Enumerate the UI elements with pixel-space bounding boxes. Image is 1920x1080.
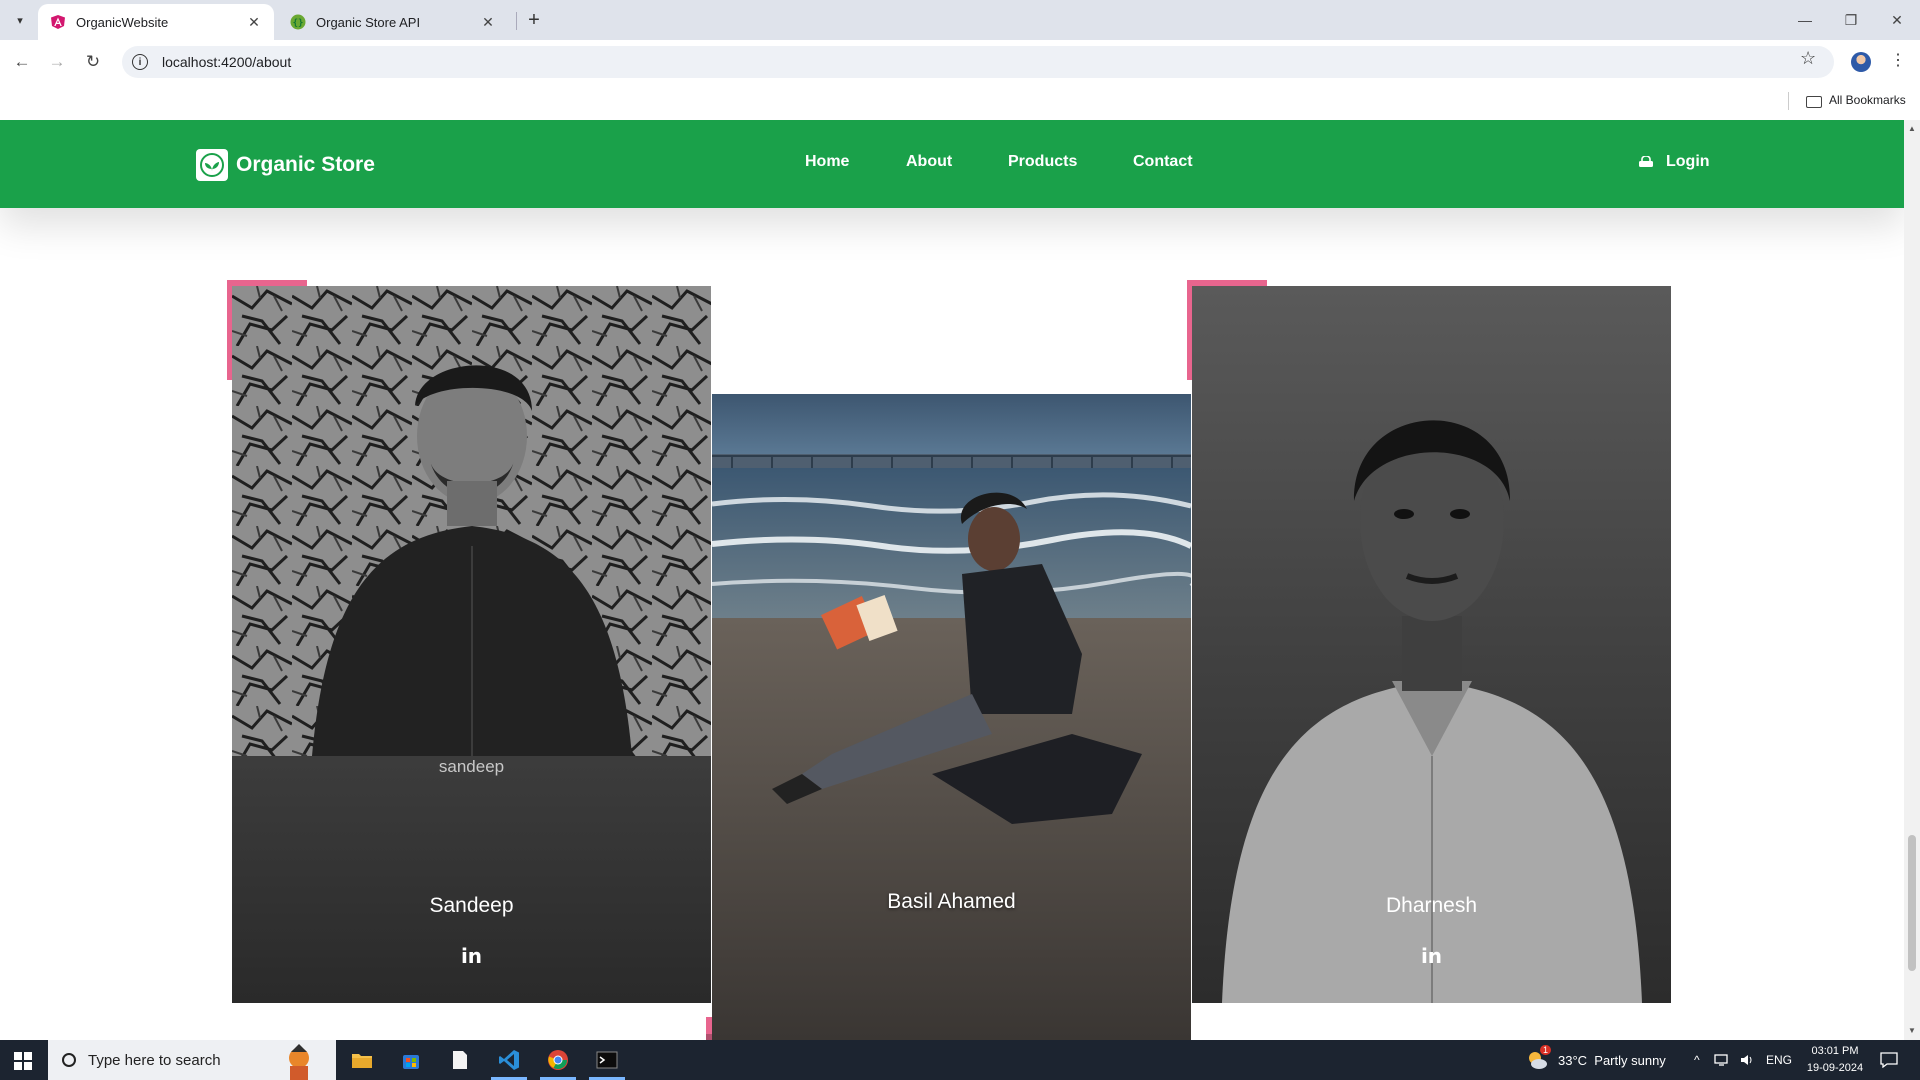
- weather-badge: 1: [1540, 1045, 1552, 1055]
- volume-icon[interactable]: [1740, 1040, 1756, 1080]
- scrollbar-thumb[interactable]: [1908, 835, 1916, 971]
- scroll-up-icon[interactable]: ▲: [1908, 124, 1916, 133]
- login-button[interactable]: Login: [1638, 153, 1710, 171]
- site-navbar: Organic Store Home About Products Contac…: [0, 120, 1904, 208]
- browser-toolbar: ← → ↻ i localhost:4200/about ☆ ⋮: [0, 40, 1920, 84]
- search-icon: [62, 1053, 76, 1067]
- image-alt-text: sandeep: [438, 757, 505, 776]
- nav-about[interactable]: About: [906, 153, 952, 171]
- swagger-icon: {}: [290, 14, 306, 30]
- minimize-icon[interactable]: —: [1790, 8, 1820, 32]
- team-card-sandeep[interactable]: sandeep Sandeep in: [232, 286, 711, 1003]
- team-card-basil-ahamed[interactable]: Basil Ahamed: [712, 394, 1191, 1040]
- member-name: Sandeep: [429, 894, 514, 917]
- login-icon: [1639, 156, 1653, 167]
- browser-menu-icon[interactable]: ⋮: [1890, 50, 1906, 70]
- site-info-icon[interactable]: i: [132, 54, 148, 70]
- leaf-logo-icon: [196, 149, 228, 181]
- weather-widget[interactable]: 1 33°C Partly sunny: [1526, 1040, 1666, 1080]
- language-indicator[interactable]: ENG: [1766, 1040, 1792, 1080]
- bookmarks-divider: [1788, 92, 1789, 110]
- taskbar-search-placeholder: Type here to search: [88, 1051, 221, 1069]
- member-photo: [712, 394, 1191, 1040]
- close-tab-icon[interactable]: ✕: [246, 14, 262, 30]
- taskbar-clock[interactable]: 03:01 PM 19-09-2024: [1800, 1043, 1870, 1077]
- address-bar[interactable]: i localhost:4200/about: [122, 46, 1834, 78]
- file-explorer-icon[interactable]: [338, 1040, 386, 1080]
- restore-icon[interactable]: ❐: [1836, 8, 1866, 32]
- member-name: Basil Ahamed: [887, 890, 1016, 913]
- tab-organic-website[interactable]: OrganicWebsite ✕: [38, 4, 274, 40]
- brand-name: Organic Store: [236, 153, 375, 176]
- tab-search-chevron-icon[interactable]: ▾: [8, 8, 32, 32]
- notifications-icon[interactable]: [1880, 1040, 1898, 1080]
- nav-contact[interactable]: Contact: [1133, 153, 1193, 171]
- tab-divider: [516, 12, 517, 30]
- svg-text:{}: {}: [293, 19, 304, 29]
- chrome-icon[interactable]: [534, 1040, 582, 1080]
- team-card-dharnesh[interactable]: Dharnesh in: [1192, 286, 1671, 1003]
- weather-text: 33°C Partly sunny: [1558, 1052, 1666, 1068]
- search-highlight-bird-icon: [289, 1044, 309, 1080]
- page-scrollbar[interactable]: ▲ ▼: [1904, 120, 1920, 1040]
- show-hidden-icons-icon[interactable]: ^: [1694, 1040, 1700, 1080]
- profile-avatar[interactable]: [1851, 52, 1871, 72]
- url-text[interactable]: localhost:4200/about: [162, 54, 291, 70]
- tab-title: OrganicWebsite: [76, 14, 169, 30]
- windows-taskbar: Type here to search 1 33°C Partly sunny …: [0, 1040, 1920, 1080]
- close-tab-icon[interactable]: ✕: [480, 14, 496, 30]
- reload-icon[interactable]: ↻: [81, 50, 105, 74]
- vscode-icon[interactable]: [485, 1040, 533, 1080]
- terminal-icon[interactable]: [583, 1040, 631, 1080]
- windows-start-icon[interactable]: [14, 1052, 32, 1070]
- network-icon[interactable]: [1714, 1040, 1730, 1080]
- tab-title: Organic Store API: [316, 14, 421, 30]
- notepad-icon[interactable]: [436, 1040, 484, 1080]
- nav-products[interactable]: Products: [1008, 153, 1077, 171]
- clock-time: 03:01 PM: [1811, 1045, 1859, 1057]
- linkedin-icon[interactable]: in: [232, 944, 711, 968]
- back-icon[interactable]: ←: [10, 50, 34, 74]
- all-bookmarks-link[interactable]: All Bookmarks: [1829, 93, 1906, 107]
- bookmark-star-icon[interactable]: ☆: [1800, 48, 1816, 69]
- bookmarks-bar: All Bookmarks: [0, 84, 1920, 120]
- tab-organic-store-api[interactable]: {} Organic Store API ✕: [278, 4, 508, 40]
- angular-icon: [51, 15, 65, 29]
- clock-date: 19-09-2024: [1806, 1062, 1864, 1074]
- close-window-icon[interactable]: ✕: [1882, 8, 1912, 32]
- taskbar-search-box[interactable]: Type here to search: [48, 1040, 336, 1080]
- page-viewport: Organic Store Home About Products Contac…: [0, 120, 1904, 1040]
- browser-tab-strip: ▾ OrganicWebsite ✕ {} Organic Store API …: [0, 0, 1920, 40]
- login-label: Login: [1666, 153, 1710, 170]
- member-name: Dharnesh: [1385, 894, 1478, 917]
- folder-icon[interactable]: [1806, 96, 1822, 108]
- member-photo: [232, 286, 711, 756]
- store-icon[interactable]: [387, 1040, 435, 1080]
- brand[interactable]: Organic Store: [196, 149, 375, 181]
- forward-icon[interactable]: →: [45, 50, 69, 74]
- nav-home[interactable]: Home: [805, 153, 849, 171]
- scroll-down-icon[interactable]: ▼: [1908, 1026, 1916, 1035]
- linkedin-icon[interactable]: in: [1192, 944, 1671, 968]
- new-tab-icon[interactable]: +: [522, 8, 546, 32]
